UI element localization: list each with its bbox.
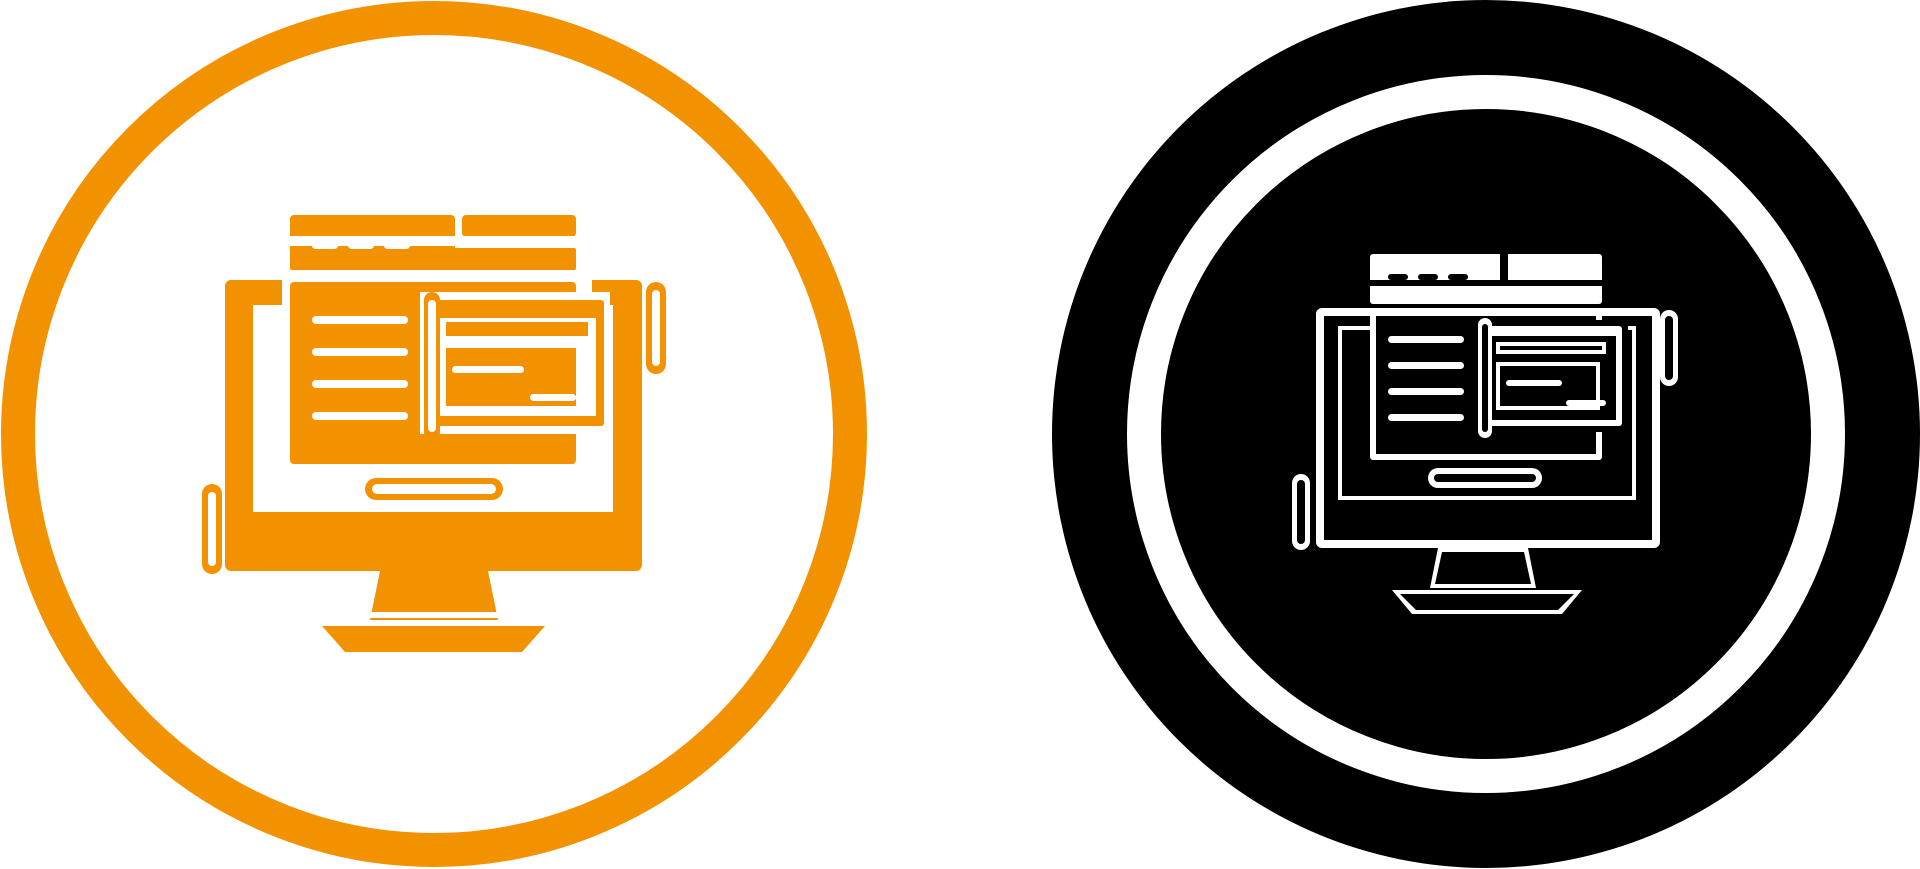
black-text-line [1388, 414, 1464, 421]
orange-browser-window-icon [282, 208, 610, 500]
black-text-line [1388, 362, 1464, 369]
orange-text-line [312, 316, 408, 324]
black-computer-icon [1052, 0, 1920, 868]
icon-sheet [0, 0, 1920, 869]
icon-sheet-svg [1, 0, 1920, 868]
orange-text-line [312, 348, 408, 356]
orange-text-line [312, 412, 408, 420]
orange-text-line [312, 380, 408, 388]
black-browser-window-icon [1370, 254, 1628, 488]
orange-computer-icon [1, 1, 867, 867]
orange-stand-base [322, 626, 545, 652]
orange-window-dot [348, 242, 374, 249]
orange-document-header [446, 322, 588, 336]
orange-window-dot [312, 242, 338, 249]
black-text-line [1388, 336, 1464, 343]
orange-window-dot [384, 242, 410, 249]
black-text-line [1388, 388, 1464, 395]
